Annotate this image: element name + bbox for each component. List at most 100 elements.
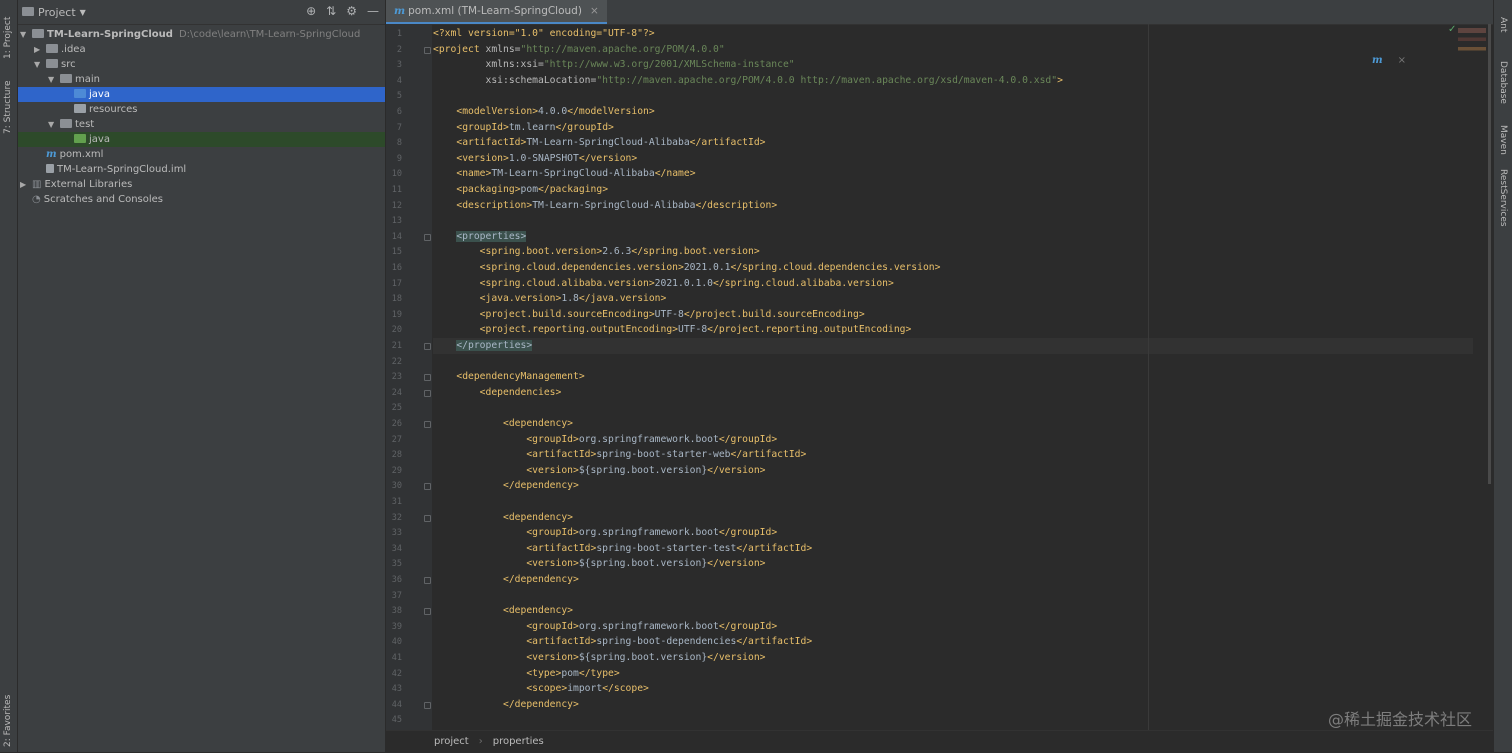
- tree-item[interactable]: java: [18, 132, 385, 147]
- tool-tab-favorites[interactable]: 2: Favorites: [0, 690, 17, 752]
- code-token: name: [462, 168, 486, 180]
- right-margin-guide: [1148, 24, 1149, 730]
- code-area[interactable]: <?xml version="1.0" encoding="UTF-8"?> <p…: [433, 24, 1473, 730]
- tool-tab-structure[interactable]: 7: Structure: [0, 74, 17, 140]
- editor-tab-bar: m pom.xml (TM-Learn-SpringCloud) ×: [386, 0, 1493, 25]
- line-number: 29: [391, 465, 402, 476]
- breadcrumb: project › properties: [386, 730, 1493, 753]
- code-token: ${spring.boot.version}: [578, 652, 708, 663]
- line-number: 3: [396, 60, 402, 71]
- tool-tab-restservices[interactable]: RestServices: [1494, 168, 1512, 228]
- tree-item[interactable]: TM-Learn-SpringCloud.iml: [18, 162, 385, 177]
- gear-icon[interactable]: ⚙: [346, 4, 357, 18]
- fold-marker-icon[interactable]: [424, 514, 431, 522]
- tree-item-label: External Libraries: [44, 179, 133, 190]
- fold-marker-icon[interactable]: [424, 701, 431, 709]
- tree-item[interactable]: m pom.xml: [18, 147, 385, 162]
- chevron-down-icon[interactable]: ▼: [34, 57, 46, 72]
- maven-reload-icon[interactable]: m: [1372, 55, 1383, 66]
- line-number: 14: [391, 231, 402, 242]
- fold-marker-icon[interactable]: [424, 374, 431, 382]
- line-number: 41: [391, 653, 402, 663]
- breadcrumb-item-properties[interactable]: properties: [493, 736, 544, 747]
- project-folder-icon: [22, 6, 34, 16]
- fold-marker-icon[interactable]: [424, 233, 431, 241]
- code-token: </: [689, 137, 702, 149]
- chevron-down-icon[interactable]: ▼: [48, 72, 60, 87]
- fold-marker-icon[interactable]: [424, 343, 431, 350]
- line-number: 2: [396, 44, 402, 55]
- tree-item[interactable]: ▼ src: [18, 57, 385, 72]
- tree-item[interactable]: resources: [18, 102, 385, 117]
- code-token: </: [654, 168, 667, 180]
- tree-item[interactable]: ▼ TM-Learn-SpringCloud D:\code\learn\TM-Le…: [18, 27, 385, 42]
- fold-marker-icon[interactable]: [424, 421, 431, 428]
- code-line: <version>${spring.boot.version}</version…: [433, 463, 765, 479]
- tool-tab-database[interactable]: Database: [1494, 52, 1512, 112]
- line-number: 38: [391, 606, 402, 617]
- fold-marker-icon[interactable]: [424, 608, 431, 616]
- tree-item[interactable]: ▼ test: [18, 117, 385, 132]
- code-token: groupId: [730, 433, 772, 445]
- tool-tab-maven[interactable]: Maven: [1494, 118, 1512, 162]
- code-token: >: [759, 558, 766, 570]
- fold-marker-icon[interactable]: [424, 46, 431, 54]
- fold-marker-icon[interactable]: [424, 577, 431, 584]
- breadcrumb-item-project[interactable]: project: [434, 736, 469, 747]
- chevron-down-icon[interactable]: ▼: [20, 27, 32, 42]
- close-icon[interactable]: ×: [1398, 55, 1406, 66]
- tree-item[interactable]: ▼ main: [18, 72, 385, 87]
- maven-reload-popup[interactable]: m ×: [1372, 55, 1406, 66]
- scrollbar-thumb[interactable]: [1488, 24, 1491, 484]
- code-token: project.reporting.outputEncoding: [718, 324, 906, 336]
- chevron-down-icon[interactable]: ▼: [80, 8, 86, 17]
- chevron-right-icon[interactable]: ▶: [20, 177, 32, 192]
- tool-tab-ant[interactable]: Ant: [1494, 10, 1512, 40]
- code-line: <dependencyManagement>: [433, 369, 584, 385]
- project-panel-title[interactable]: Project: [38, 6, 76, 19]
- line-number: 20: [391, 325, 402, 336]
- fold-marker-icon[interactable]: [424, 389, 431, 397]
- line-number: 34: [391, 543, 402, 554]
- code-token: >: [613, 667, 620, 679]
- minimize-icon[interactable]: —: [367, 4, 379, 18]
- collapse-icon[interactable]: ⇅: [326, 4, 336, 18]
- code-line: <spring.boot.version>2.6.3</spring.boot.…: [433, 244, 760, 260]
- editor-tab-pom[interactable]: m pom.xml (TM-Learn-SpringCloud) ×: [386, 0, 607, 24]
- tree-item[interactable]: ▶ ▥ External Libraries: [18, 177, 385, 192]
- code-token: </: [730, 449, 743, 461]
- code-token: </: [707, 652, 719, 663]
- code-token: </: [718, 527, 731, 539]
- tree-item[interactable]: java: [18, 87, 385, 102]
- breadcrumb-separator: ›: [478, 736, 483, 747]
- code-token: </: [718, 620, 731, 632]
- line-number: 27: [391, 434, 402, 445]
- minimap-preview: [1458, 28, 1486, 188]
- code-token: </: [555, 121, 568, 133]
- code-token: >: [660, 293, 667, 305]
- tool-tab-project[interactable]: 1: Project: [0, 8, 17, 68]
- chevron-right-icon[interactable]: ▶: [34, 42, 46, 57]
- code-token: project.build.sourceEncoding: [695, 308, 859, 320]
- chevron-down-icon[interactable]: ▼: [48, 117, 60, 132]
- code-token: >: [567, 605, 574, 617]
- fold-marker-icon[interactable]: [424, 483, 431, 491]
- code-token: >: [631, 152, 638, 164]
- code-token: version: [718, 652, 760, 663]
- code-token: "http://maven.apache.org/POM/4.0.0": [520, 43, 725, 55]
- line-number: 5: [396, 91, 402, 102]
- locate-icon[interactable]: ⊕: [306, 4, 316, 18]
- code-line: </dependency>: [433, 572, 579, 588]
- code-token: </: [718, 433, 731, 445]
- code-token: spring.cloud.alibaba.version: [485, 277, 649, 289]
- code-token: </: [602, 683, 614, 695]
- tree-item[interactable]: ▶ .idea: [18, 42, 385, 57]
- code-line: <name>TM-Learn-SpringCloud-Alibaba</name…: [433, 166, 695, 182]
- tree-item[interactable]: ◔ Scratches and Consoles: [18, 192, 385, 207]
- close-icon[interactable]: ×: [590, 5, 599, 17]
- code-token: ${spring.boot.version}: [578, 464, 708, 476]
